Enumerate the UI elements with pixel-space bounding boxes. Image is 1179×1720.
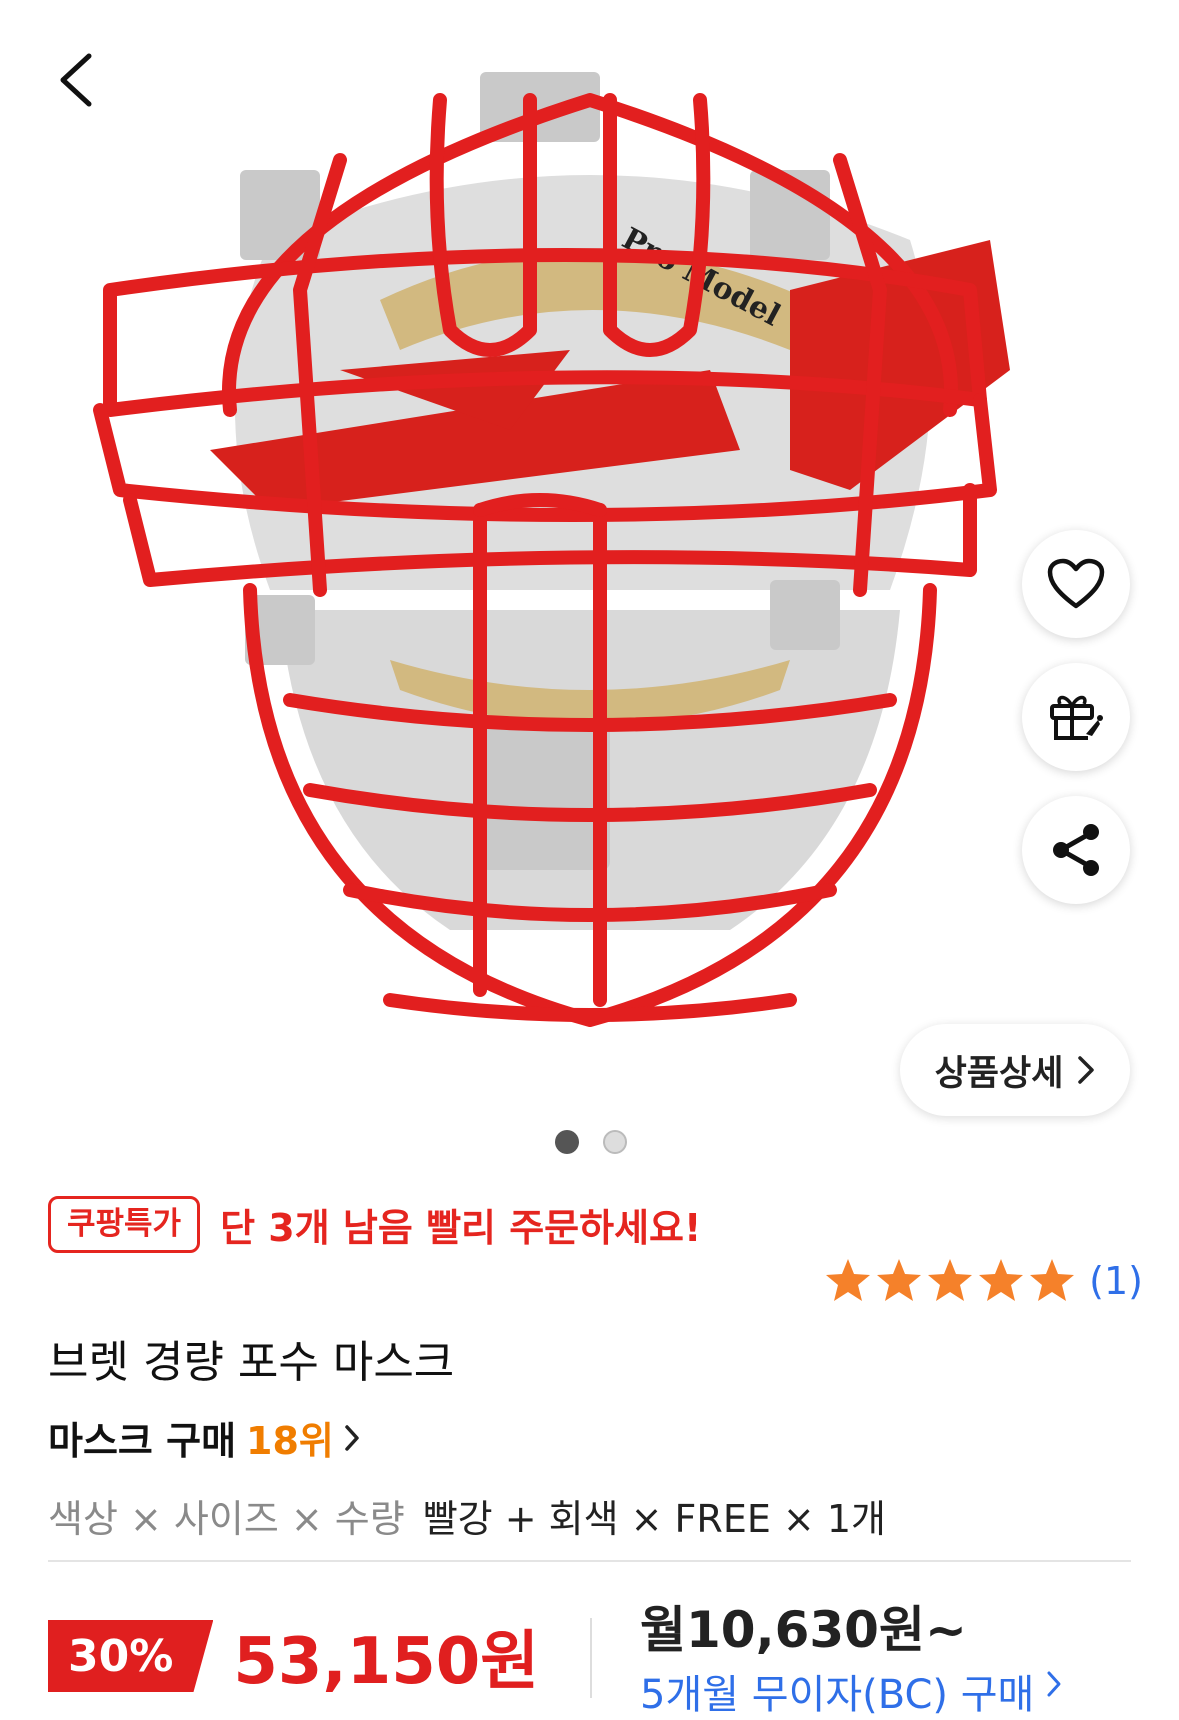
installment-text: 5개월 무이자(BC) 구매 bbox=[640, 1672, 1035, 1718]
star-icon bbox=[1030, 1259, 1075, 1301]
divider bbox=[48, 1560, 1131, 1562]
option-values: 빨강 + 회색 × FREE × 1개 bbox=[422, 1497, 886, 1541]
star-icon bbox=[877, 1259, 922, 1301]
promo-banner: 쿠팡특가 단 3개 남음 빨리 주문하세요! bbox=[48, 1196, 701, 1253]
rating[interactable]: (1) bbox=[823, 1256, 1143, 1306]
discount-badge: 30% bbox=[48, 1620, 214, 1692]
selected-options[interactable]: 색상 × 사이즈 × 수량 빨강 + 회색 × FREE × 1개 bbox=[48, 1488, 886, 1543]
carousel-dot-active[interactable] bbox=[555, 1130, 579, 1154]
review-count[interactable]: (1) bbox=[1089, 1259, 1143, 1303]
rank-value: 18위 bbox=[246, 1419, 334, 1463]
product-image[interactable]: Pro Model bbox=[90, 70, 1090, 1110]
product-image-area: Pro Model 상품상세 bbox=[0, 0, 1179, 1160]
carousel-indicator bbox=[555, 1130, 627, 1154]
stock-alert-text: 단 3개 남음 빨리 주문하세요! bbox=[220, 1206, 702, 1250]
price-separator bbox=[590, 1618, 592, 1698]
option-labels: 색상 × 사이즈 × 수량 bbox=[48, 1497, 405, 1541]
rank-category: 마스크 구매 bbox=[48, 1419, 237, 1463]
category-rank-link[interactable]: 마스크 구매 18위 bbox=[48, 1410, 360, 1465]
heart-icon bbox=[1047, 558, 1105, 609]
gift-button[interactable] bbox=[1022, 663, 1130, 771]
chevron-right-icon bbox=[1078, 1056, 1095, 1084]
star-icon bbox=[928, 1259, 973, 1301]
coupang-deal-badge: 쿠팡특가 bbox=[48, 1196, 201, 1253]
wishlist-button[interactable] bbox=[1022, 530, 1130, 638]
carousel-dot[interactable] bbox=[603, 1130, 627, 1154]
star-icon bbox=[826, 1259, 871, 1301]
installment-link[interactable]: 5개월 무이자(BC) 구매 bbox=[640, 1662, 1062, 1720]
monthly-price: 월10,630원~ bbox=[640, 1601, 967, 1659]
gift-icon bbox=[1050, 695, 1103, 740]
share-icon bbox=[1053, 824, 1099, 876]
product-title: 브렛 경량 포수 마스크 bbox=[48, 1337, 455, 1388]
sale-price: 53,150원 bbox=[233, 1625, 540, 1699]
star-icon bbox=[979, 1259, 1024, 1301]
chevron-left-icon bbox=[60, 53, 92, 107]
product-detail-label: 상품상세 bbox=[934, 1053, 1064, 1094]
product-detail-button[interactable]: 상품상세 bbox=[900, 1024, 1130, 1116]
star-rating-icons bbox=[826, 1259, 1075, 1301]
share-button[interactable] bbox=[1022, 796, 1130, 904]
price-row: 30% 53,150원 bbox=[48, 1610, 539, 1702]
chevron-right-icon bbox=[1047, 1671, 1061, 1697]
chevron-right-icon bbox=[345, 1424, 359, 1451]
